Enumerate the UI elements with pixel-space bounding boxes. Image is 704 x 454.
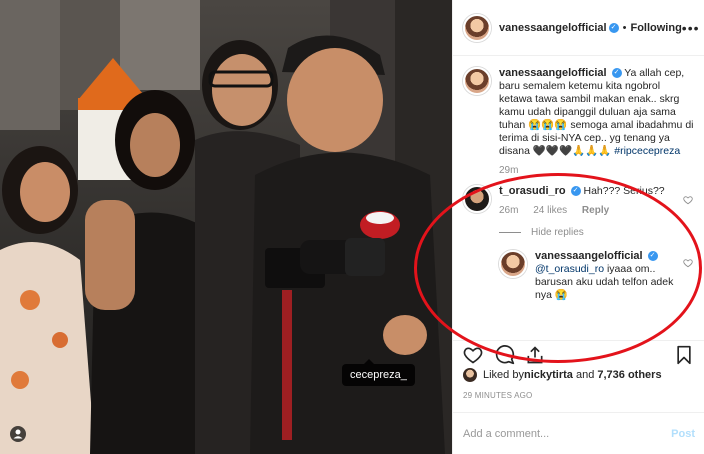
list-item: t_orasudi_ro ✓ Hah??? Serius?? 26m 24 li… [463,185,695,217]
caption-text: Ya allah cep, baru semalem ketemu kita n… [499,67,694,157]
following-button[interactable]: Following [630,22,681,34]
mention-link[interactable]: @t_orasudi_ro [535,263,604,275]
likes-count[interactable]: 7,736 others [597,369,661,381]
comment-likes[interactable]: 24 likes [533,205,567,216]
post-button[interactable]: Post [671,428,695,440]
post-timestamp[interactable]: 29 MINUTES AGO [463,391,532,400]
likes-and: and [572,369,598,381]
liked-by-user[interactable]: nickytirta [524,369,573,381]
share-upload-icon[interactable] [525,345,545,365]
comment-username[interactable]: t_orasudi_ro [499,185,566,197]
verified-badge-icon: ✓ [611,68,622,79]
add-comment-bar: Post [453,412,704,454]
hashtag-link[interactable]: #ripcecepreza [614,145,680,157]
avatar[interactable] [463,67,491,95]
like-comment-heart-icon[interactable] [683,195,693,205]
avatar[interactable] [463,368,477,382]
comment-input[interactable] [463,427,672,440]
comment-bubble-icon[interactable] [495,345,515,365]
caption-meta: 29m [499,164,695,177]
comments-list[interactable]: vanessaangelofficial ✓ Ya allah cep, bar… [453,57,704,340]
likes-prefix: Liked by [483,369,524,381]
like-heart-icon[interactable] [463,345,483,365]
save-bookmark-icon[interactable] [675,345,693,365]
likes-summary: Liked by nickytirta and 7,736 others [463,368,662,382]
avatar[interactable] [499,250,527,278]
header-separator: • [622,21,627,34]
verified-badge-icon: ✓ [570,186,581,197]
tagged-users-icon[interactable] [10,426,26,442]
caption-time: 29m [499,165,519,176]
post-header: vanessaangelofficial ✓ • Following ••• [453,0,704,56]
list-item: vanessaangelofficial ✓ @t_orasudi_ro iya… [499,250,695,302]
photo-tag[interactable]: cecepreza_ [342,359,415,386]
comment-text: Hah??? Serius?? [583,185,665,197]
post-photo[interactable]: cecepreza_ [0,0,452,454]
reply-username[interactable]: vanessaangelofficial [535,250,643,262]
hide-replies-button[interactable]: Hide replies [499,227,695,238]
comment-time: 26m [499,205,519,216]
avatar[interactable] [463,185,491,213]
verified-badge-icon: ✓ [647,251,658,262]
verified-badge-icon: ✓ [608,22,619,33]
avatar[interactable] [463,13,491,42]
caption-username[interactable]: vanessaangelofficial [499,67,607,79]
post-actions [453,340,704,368]
header-username[interactable]: vanessaangelofficial [499,22,607,34]
reply-button[interactable]: Reply [582,205,609,216]
more-options-icon[interactable]: ••• [682,20,700,36]
post-side-panel: vanessaangelofficial ✓ • Following ••• v… [452,0,704,454]
comment-meta: 26m 24 likes Reply [499,204,695,217]
like-reply-heart-icon[interactable] [683,258,693,268]
caption: vanessaangelofficial ✓ Ya allah cep, bar… [463,67,695,177]
